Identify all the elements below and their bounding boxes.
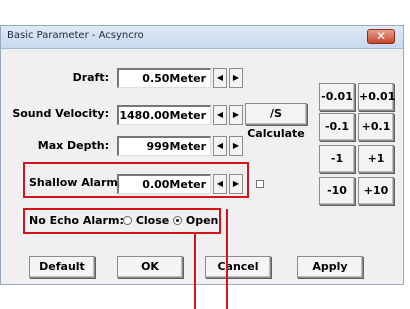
- no-echo-alarm-label: No Echo Alarm:: [29, 214, 124, 227]
- sound-velocity-label: Sound Velocity:: [12, 107, 109, 120]
- no-echo-close-option[interactable]: Close: [123, 214, 169, 227]
- arrow-right-icon: ▶: [232, 179, 240, 188]
- shallow-alarm-label: Shallow Alarm:: [29, 176, 123, 189]
- sound-velocity-decrement-button[interactable]: ◀: [213, 105, 227, 125]
- no-echo-open-label: Open: [185, 214, 219, 227]
- max-depth-decrement-button[interactable]: ◀: [213, 136, 227, 156]
- no-echo-close-label: Close: [135, 214, 170, 227]
- sound-velocity-field[interactable]: 1480.00Meter: [117, 105, 211, 125]
- step-plus-0.1-button[interactable]: +0.1: [358, 113, 394, 141]
- title-bar: Basic Parameter - Acsyncro ✕: [1, 26, 403, 49]
- shallow-alarm-increment-button[interactable]: ▶: [229, 174, 243, 194]
- step-minus-0.1-button[interactable]: -0.1: [319, 113, 355, 141]
- step-plus-0.01-button[interactable]: +0.01: [358, 83, 395, 111]
- annotation-line-left: [194, 234, 196, 309]
- shallow-alarm-field[interactable]: 0.00Meter: [117, 174, 211, 194]
- shallow-alarm-checkbox[interactable]: [256, 180, 264, 188]
- draft-decrement-button[interactable]: ◀: [213, 68, 227, 88]
- no-echo-open-option[interactable]: Open: [173, 214, 218, 227]
- arrow-left-icon: ◀: [216, 141, 224, 150]
- annotation-line-right: [226, 209, 228, 309]
- calculate-button[interactable]: /S Calculate: [245, 103, 307, 140]
- sound-velocity-increment-button[interactable]: ▶: [229, 105, 243, 125]
- arrow-right-icon: ▶: [232, 110, 240, 119]
- step-minus-1-button[interactable]: -1: [319, 145, 355, 173]
- radio-open[interactable]: [173, 216, 182, 225]
- step-minus-0.01-button[interactable]: -0.01: [319, 83, 355, 111]
- draft-label: Draft:: [72, 71, 109, 84]
- arrow-right-icon: ▶: [232, 141, 240, 150]
- close-button[interactable]: ✕: [367, 29, 395, 44]
- basic-parameter-dialog: Basic Parameter - Acsyncro ✕ Draft: 0.50…: [0, 25, 404, 285]
- step-plus-10-button[interactable]: +10: [358, 177, 394, 205]
- default-button[interactable]: Default: [29, 256, 95, 278]
- arrow-left-icon: ◀: [216, 179, 224, 188]
- apply-button[interactable]: Apply: [297, 256, 363, 278]
- arrow-left-icon: ◀: [216, 73, 224, 82]
- shallow-alarm-decrement-button[interactable]: ◀: [213, 174, 227, 194]
- draft-increment-button[interactable]: ▶: [229, 68, 243, 88]
- max-depth-field[interactable]: 999Meter: [117, 136, 211, 156]
- close-icon: ✕: [375, 29, 387, 43]
- cancel-button[interactable]: Cancel: [205, 256, 271, 278]
- window-title: Basic Parameter - Acsyncro: [7, 30, 144, 41]
- max-depth-label: Max Depth:: [37, 139, 109, 152]
- max-depth-increment-button[interactable]: ▶: [229, 136, 243, 156]
- step-plus-1-button[interactable]: +1: [358, 145, 394, 173]
- arrow-left-icon: ◀: [216, 110, 224, 119]
- ok-button[interactable]: OK: [117, 256, 183, 278]
- arrow-right-icon: ▶: [232, 73, 240, 82]
- radio-close[interactable]: [123, 216, 132, 225]
- draft-field[interactable]: 0.50Meter: [117, 68, 211, 88]
- step-minus-10-button[interactable]: -10: [319, 177, 355, 205]
